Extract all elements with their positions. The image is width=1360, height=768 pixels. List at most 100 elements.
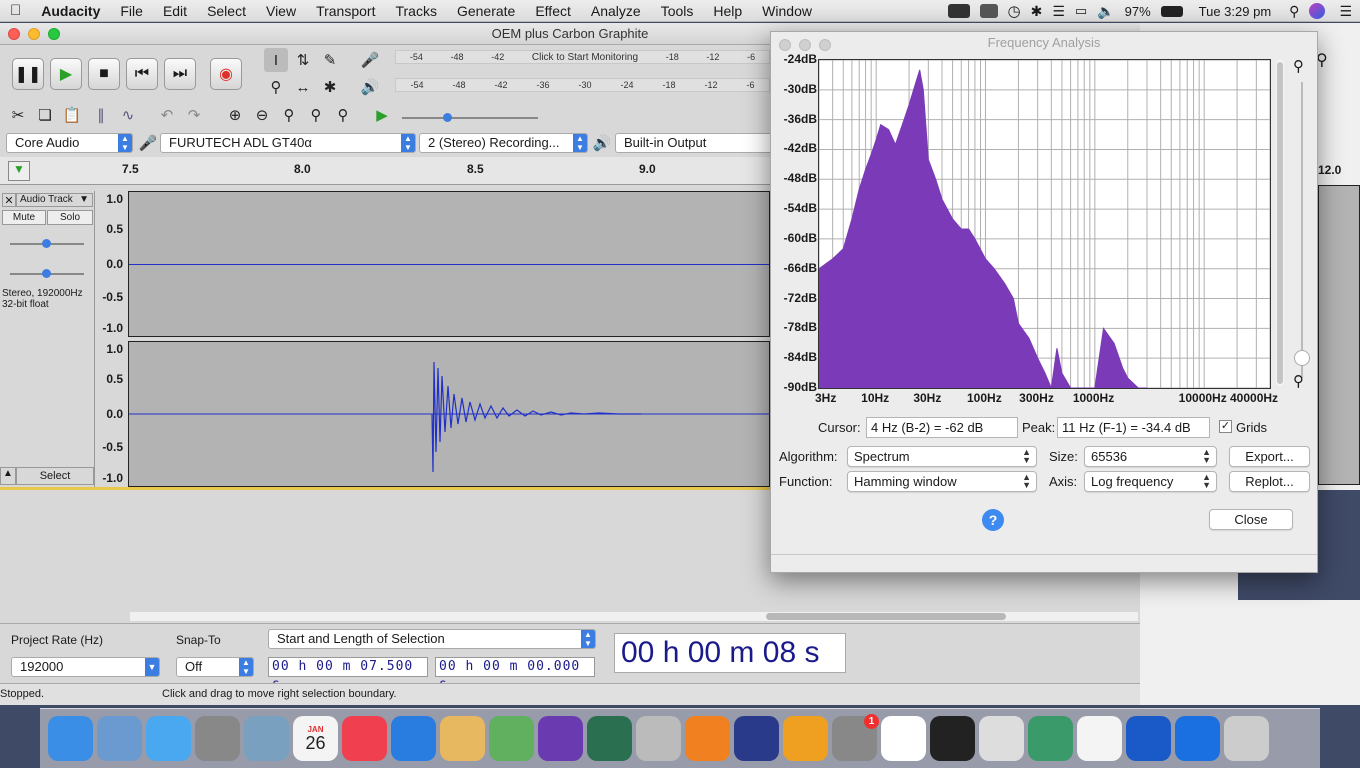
dock-news-icon[interactable]	[342, 716, 387, 761]
mute-button[interactable]: Mute	[2, 210, 46, 225]
paste-icon[interactable]: 📋	[60, 103, 84, 127]
dock-dsp-icon[interactable]	[636, 716, 681, 761]
silence-icon[interactable]: ∿	[116, 103, 140, 127]
zoom-window-button[interactable]	[48, 28, 60, 40]
audio-host-select[interactable]: Core Audio ▲ ▼	[6, 133, 133, 153]
selection-tool-icon[interactable]: I	[264, 48, 288, 72]
zoom-in-icon[interactable]: ⊕	[223, 103, 247, 127]
zoom-out-icon[interactable]: ⊖	[250, 103, 274, 127]
size-select[interactable]: 65536 ▲ ▼	[1084, 446, 1217, 467]
dock-dropbox-icon[interactable]	[1175, 716, 1220, 761]
selection-mode-select[interactable]: Start and Length of Selection ▲ ▼	[268, 629, 596, 649]
dock-safari-icon[interactable]	[391, 716, 436, 761]
timeline-play-marker-icon[interactable]: ▼	[8, 161, 30, 181]
menu-view[interactable]: View	[256, 3, 306, 19]
volume-icon[interactable]: 🔈	[1097, 3, 1114, 20]
multi-tool-icon[interactable]: ✱	[318, 75, 342, 99]
menu-effect[interactable]: Effect	[525, 3, 581, 19]
pan-slider[interactable]	[10, 269, 84, 278]
menu-tracks[interactable]: Tracks	[385, 3, 446, 19]
skip-to-start-button[interactable]: ⏮	[126, 58, 158, 90]
wd-drive-icon[interactable]	[947, 4, 970, 18]
snap-to-select[interactable]: Off ▲ ▼	[176, 657, 254, 677]
fw-minimize-button[interactable]	[799, 39, 811, 51]
record-meter-mic-icon[interactable]: 🎤	[358, 48, 382, 72]
minimize-window-button[interactable]	[28, 28, 40, 40]
gain-slider-thumb[interactable]	[42, 239, 51, 248]
recording-channels-select[interactable]: 2 (Stereo) Recording... ▲ ▼	[419, 133, 588, 153]
trim-icon[interactable]: ∥	[89, 103, 113, 127]
dock-calculator-icon[interactable]	[195, 716, 240, 761]
menu-transport[interactable]: Transport	[306, 3, 385, 19]
bluetooth-icon[interactable]: ✱	[1031, 3, 1043, 20]
recording-device-select[interactable]: FURUTECH ADL GT40α ▲ ▼	[160, 133, 416, 153]
gain-slider[interactable]	[10, 239, 84, 248]
dock-calendar-icon[interactable]: JAN 26	[293, 716, 338, 761]
menu-select[interactable]: Select	[197, 3, 256, 19]
time-machine-icon[interactable]: ◷	[1008, 2, 1021, 20]
dock-screen-icon[interactable]	[1028, 716, 1073, 761]
redo-icon[interactable]: ↷	[182, 103, 206, 127]
dock-rew-icon[interactable]	[734, 716, 779, 761]
menu-help[interactable]: Help	[703, 3, 752, 19]
fw-close-button[interactable]	[779, 39, 791, 51]
record-meter[interactable]: -54 -48 -42 Click to Start Monitoring -1…	[395, 50, 770, 64]
record-button[interactable]: ◉	[210, 58, 242, 90]
dock-photos-icon[interactable]	[881, 716, 926, 761]
track-select-button[interactable]: Select	[16, 467, 94, 485]
start-monitoring-label[interactable]: Click to Start Monitoring	[532, 52, 638, 63]
envelope-tool-icon[interactable]: ⇅	[291, 48, 315, 72]
zoom-tool-icon[interactable]: ⚲	[264, 75, 288, 99]
play-at-speed-icon[interactable]: ▶	[370, 103, 394, 127]
dock-piano-icon[interactable]	[930, 716, 975, 761]
dock-preview-icon[interactable]	[244, 716, 289, 761]
menu-file[interactable]: File	[110, 3, 153, 19]
waveform-channel-right[interactable]	[128, 341, 771, 487]
timeshift-tool-icon[interactable]: ↔	[291, 75, 315, 99]
dock-mail-icon[interactable]	[97, 716, 142, 761]
scrollbar-thumb[interactable]	[766, 613, 1006, 620]
dock-system-preferences-icon[interactable]: 1	[832, 714, 879, 761]
play-speed-slider[interactable]	[402, 113, 538, 122]
skip-to-end-button[interactable]: ⏭	[164, 58, 196, 90]
export-button[interactable]: Export...	[1229, 446, 1310, 467]
zoom-in-vertical-icon[interactable]: ⚲	[1293, 57, 1304, 75]
menu-window[interactable]: Window	[752, 3, 822, 19]
project-rate-combo[interactable]: 192000 ▼	[11, 657, 160, 677]
pause-button[interactable]: ❚❚	[12, 58, 44, 90]
function-select[interactable]: Hamming window ▲ ▼	[847, 471, 1037, 492]
zoom-out-vertical-icon[interactable]: ⚲	[1293, 372, 1304, 390]
stop-button[interactable]: ■	[88, 58, 120, 90]
undo-icon[interactable]: ↶	[155, 103, 179, 127]
pan-slider-thumb[interactable]	[42, 269, 51, 278]
siri-icon[interactable]	[1309, 3, 1326, 19]
plot-vertical-scrollbar[interactable]	[1276, 60, 1284, 386]
menu-app-name[interactable]: Audacity	[31, 3, 110, 19]
solo-button[interactable]: Solo	[47, 210, 93, 225]
playback-meter-speaker-icon[interactable]: 🔊	[358, 75, 382, 99]
dock-textedit-icon[interactable]	[1077, 716, 1122, 761]
playback-device-select[interactable]: Built-in Output	[615, 133, 775, 153]
menu-generate[interactable]: Generate	[447, 3, 525, 19]
wifi-icon[interactable]: ☰	[1052, 3, 1065, 20]
playback-meter[interactable]: -54 -48 -42 -36 -30 -24 -18 -12 -6	[395, 78, 770, 92]
zoom-toggle-icon[interactable]: ⚲	[331, 103, 355, 127]
apple-menu-icon[interactable]: 	[0, 2, 31, 19]
vertical-zoom-thumb[interactable]	[1294, 350, 1310, 366]
draw-tool-icon[interactable]: ✎	[318, 48, 342, 72]
waveform-channel-left[interactable]	[128, 191, 770, 337]
storage-icon[interactable]	[979, 4, 998, 18]
menu-tools[interactable]: Tools	[651, 3, 704, 19]
dock-vlc-icon[interactable]	[685, 716, 730, 761]
dock-time-machine-icon[interactable]	[587, 716, 632, 761]
close-button[interactable]: Close	[1209, 509, 1293, 530]
dock-files-icon[interactable]	[440, 716, 485, 761]
replot-button[interactable]: Replot...	[1229, 471, 1310, 492]
dock-imovie-icon[interactable]	[538, 716, 583, 761]
selection-start-time[interactable]: 00 h 00 m 07.500 s	[268, 657, 428, 692]
dock-messages-icon[interactable]	[146, 716, 191, 761]
dock-audacity-icon[interactable]	[783, 716, 828, 761]
horizontal-scrollbar[interactable]	[130, 612, 1138, 621]
dock-microscope-icon[interactable]	[979, 716, 1024, 761]
airplay-icon[interactable]: ▭	[1075, 3, 1087, 19]
